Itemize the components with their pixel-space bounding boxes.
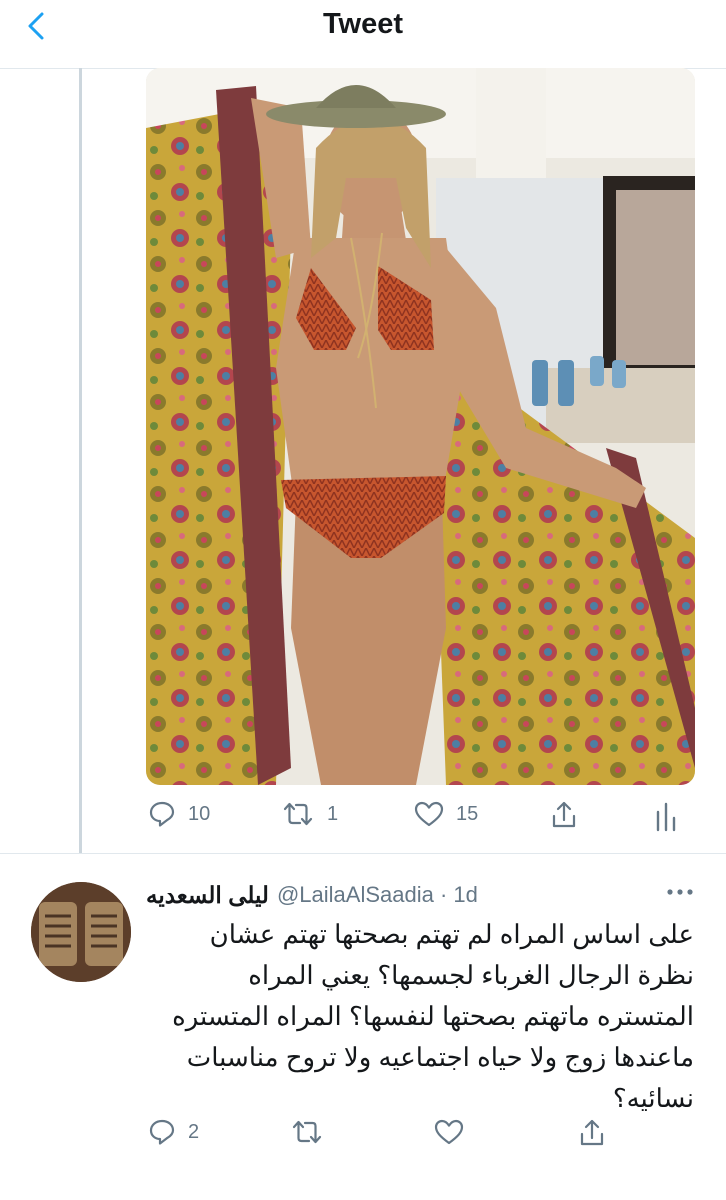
avatar[interactable] bbox=[31, 882, 131, 982]
retweet-icon bbox=[283, 802, 313, 826]
analytics-icon bbox=[656, 802, 676, 832]
thread-connector-line bbox=[79, 68, 82, 854]
divider bbox=[0, 853, 726, 854]
retweet-icon bbox=[292, 1120, 322, 1144]
reply-header: ليلى السعديه @LailaAlSaadia · 1d bbox=[146, 878, 706, 912]
share-button[interactable] bbox=[578, 1118, 606, 1148]
like-button[interactable]: 15 bbox=[414, 800, 478, 828]
like-button[interactable] bbox=[434, 1118, 464, 1146]
page-title: Tweet bbox=[322, 8, 404, 40]
author-handle[interactable]: @LailaAlSaadia · 1d bbox=[277, 882, 478, 908]
reply-action-bar: 2 bbox=[0, 1118, 726, 1158]
share-button[interactable] bbox=[550, 800, 578, 830]
retweet-count: 1 bbox=[327, 802, 339, 825]
reply-icon bbox=[149, 1119, 175, 1145]
reply-icon bbox=[149, 801, 175, 827]
tweet-action-bar: 10 1 15 bbox=[0, 800, 726, 840]
analytics-button[interactable] bbox=[654, 800, 678, 832]
like-icon bbox=[414, 801, 444, 827]
more-options-button[interactable] bbox=[666, 884, 694, 902]
avatar-image bbox=[31, 882, 131, 982]
reply-count: 10 bbox=[188, 802, 211, 825]
top-bar: Tweet bbox=[0, 0, 726, 69]
like-icon bbox=[434, 1119, 464, 1145]
share-icon bbox=[580, 1119, 604, 1146]
reply-count: 2 bbox=[188, 1120, 200, 1143]
reply-text: على اساس المراه لم تهتم بصحتها تهتم عشان… bbox=[172, 919, 694, 1113]
reply-button[interactable]: 10 bbox=[148, 800, 210, 828]
like-count: 15 bbox=[456, 802, 479, 825]
retweet-button[interactable] bbox=[290, 1118, 324, 1146]
tweet-photo[interactable] bbox=[146, 68, 695, 785]
reply-button[interactable]: 2 bbox=[148, 1118, 199, 1146]
author-name[interactable]: ليلى السعديه bbox=[146, 882, 269, 909]
more-icon bbox=[667, 889, 693, 895]
retweet-button[interactable]: 1 bbox=[281, 800, 338, 828]
photo-illustration bbox=[146, 68, 695, 785]
share-icon bbox=[552, 801, 576, 828]
